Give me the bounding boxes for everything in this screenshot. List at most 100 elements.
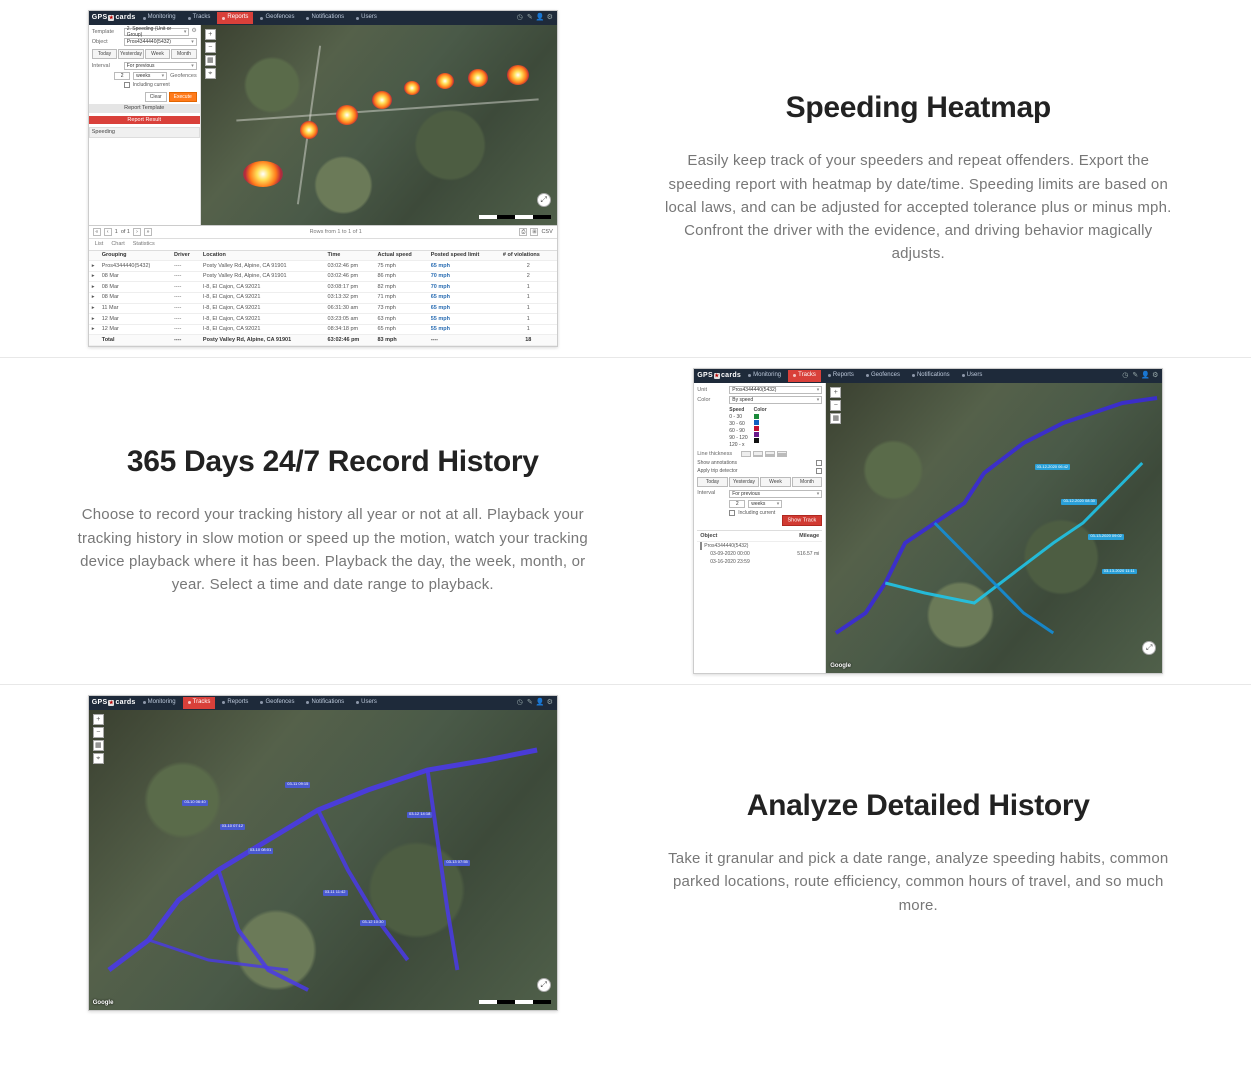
tab-tracks[interactable]: Tracks (183, 697, 216, 708)
range-today[interactable]: Today (697, 477, 728, 487)
interval-amount[interactable]: 2 (114, 72, 130, 80)
foot-viol: 18 (500, 335, 557, 346)
including-current-checkbox[interactable] (729, 510, 735, 516)
table-row[interactable]: ▸12 Mar----I-8, El Cajon, CA 9202103:23:… (89, 314, 557, 325)
tab-users[interactable]: Users (957, 370, 988, 381)
map-expand-icon[interactable]: ⤢ (537, 193, 551, 207)
template-select[interactable]: 2. Speeding (Unit or Group)▾ (124, 28, 190, 36)
tools-icon[interactable]: ✎ (526, 699, 534, 707)
range-yesterday[interactable]: Yesterday (118, 49, 144, 59)
tab-tracks[interactable]: Tracks (183, 12, 216, 23)
track-checkbox[interactable] (700, 542, 702, 550)
track-timestamp-label: 03-12-2020 08:30 (1061, 499, 1097, 505)
range-week[interactable]: Week (760, 477, 791, 487)
execute-button[interactable]: Execute (169, 92, 197, 102)
clock-icon[interactable]: ◷ (516, 699, 524, 707)
tab-geofences[interactable]: Geofences (861, 370, 905, 381)
tab-list[interactable]: List (95, 241, 104, 248)
clock-icon[interactable]: ◷ (516, 14, 524, 22)
tab-monitoring[interactable]: Monitoring (138, 12, 181, 23)
line-thickness-options[interactable] (741, 451, 787, 457)
apply-detector-checkbox[interactable] (816, 468, 822, 474)
export-csv[interactable]: CSV (541, 229, 552, 236)
table-row[interactable]: ▸08 Mar----Posty Valley Rd, Alpine, CA 9… (89, 271, 557, 282)
pager-prev-icon[interactable]: ‹ (104, 228, 112, 236)
tracks-map[interactable]: 03-12-2020 06:42 03-12-2020 08:30 03-13-… (826, 383, 1162, 673)
tools-icon[interactable]: ✎ (526, 14, 534, 22)
user-icon[interactable]: 👤 (1141, 372, 1149, 380)
interval-amount[interactable]: 2 (729, 500, 745, 508)
tab-monitoring[interactable]: Monitoring (743, 370, 786, 381)
table-row[interactable]: ▸12 Mar----I-8, El Cajon, CA 9202108:34:… (89, 324, 557, 335)
heatmap-map[interactable]: + − ▦ ⌖ ⤢ (201, 25, 557, 225)
locate-icon[interactable]: ⌖ (93, 753, 104, 764)
zoom-out-icon[interactable]: − (830, 400, 841, 411)
interval-select[interactable]: For previous▾ (124, 62, 197, 70)
pager-last-icon[interactable]: » (144, 228, 152, 236)
report-result-bar[interactable]: Report Result (89, 116, 200, 125)
track-timestamp-label: 03-13-2020 09:02 (1088, 534, 1124, 540)
layers-icon[interactable]: ▦ (93, 740, 104, 751)
export-pdf-icon[interactable]: ⎙ (519, 228, 527, 236)
user-icon[interactable]: 👤 (536, 699, 544, 707)
col-location: Location (200, 251, 325, 261)
range-month[interactable]: Month (792, 477, 823, 487)
list-item[interactable]: Pros4344440(5432) (697, 542, 822, 550)
brand-badge-icon: ★ (714, 373, 720, 379)
zoom-out-icon[interactable]: − (205, 42, 216, 53)
tab-users[interactable]: Users (351, 697, 382, 708)
settings-icon[interactable]: ⚙ (1151, 372, 1159, 380)
color-select[interactable]: By speed▾ (729, 396, 822, 404)
layers-icon[interactable]: ▦ (205, 55, 216, 66)
analyze-map[interactable]: 03-10 06:40 03-10 07:12 03-10 08:01 03-1… (89, 710, 557, 1010)
range-yesterday[interactable]: Yesterday (729, 477, 760, 487)
tools-icon[interactable]: ✎ (1131, 372, 1139, 380)
pager-first-icon[interactable]: « (93, 228, 101, 236)
zoom-in-icon[interactable]: + (93, 714, 104, 725)
interval-unit[interactable]: weeks▾ (748, 500, 782, 508)
settings-icon[interactable]: ⚙ (546, 699, 554, 707)
zoom-in-icon[interactable]: + (830, 387, 841, 398)
show-track-button[interactable]: Show Track (782, 515, 823, 526)
table-row[interactable]: ▸08 Mar----I-8, El Cajon, CA 9202103:13:… (89, 292, 557, 303)
table-row[interactable]: ▸08 Mar----I-8, El Cajon, CA 9202103:08:… (89, 282, 557, 293)
range-today[interactable]: Today (92, 49, 118, 59)
tab-notifications[interactable]: Notifications (301, 697, 349, 708)
tab-monitoring[interactable]: Monitoring (138, 697, 181, 708)
export-xls-icon[interactable]: ⊞ (530, 228, 538, 236)
map-expand-icon[interactable]: ⤢ (537, 978, 551, 992)
range-month[interactable]: Month (171, 49, 197, 59)
template-settings-icon[interactable]: ⚙ (191, 28, 196, 35)
pager-next-icon[interactable]: › (133, 228, 141, 236)
zoom-in-icon[interactable]: + (205, 29, 216, 40)
unit-select[interactable]: Pros4344440(5432)▾ (729, 386, 822, 394)
tab-stats[interactable]: Statistics (133, 241, 155, 248)
tab-tracks[interactable]: Tracks (788, 370, 821, 381)
tab-geofences[interactable]: Geofences (255, 697, 299, 708)
clear-button[interactable]: Clear (145, 92, 167, 102)
settings-icon[interactable]: ⚙ (546, 14, 554, 22)
table-row[interactable]: ▸11 Mar----I-8, El Cajon, CA 9202106:31:… (89, 303, 557, 314)
tab-geofences[interactable]: Geofences (255, 12, 299, 23)
layers-icon[interactable]: ▦ (830, 413, 841, 424)
tab-chart[interactable]: Chart (111, 241, 124, 248)
heat-blob (336, 105, 358, 125)
user-icon[interactable]: 👤 (536, 14, 544, 22)
including-current-checkbox[interactable] (124, 82, 130, 88)
locate-icon[interactable]: ⌖ (205, 68, 216, 79)
interval-unit[interactable]: weeks▾ (133, 72, 167, 80)
tab-notifications[interactable]: Notifications (301, 12, 349, 23)
object-select[interactable]: Pros4344440(5432)▾ (124, 38, 197, 46)
tab-reports[interactable]: Reports (217, 12, 253, 23)
report-template-bar[interactable]: Report Template (89, 104, 200, 113)
zoom-out-icon[interactable]: − (93, 727, 104, 738)
tab-notifications[interactable]: Notifications (907, 370, 955, 381)
show-annotations-checkbox[interactable] (816, 460, 822, 466)
table-row[interactable]: ▸Pros4344440(5432)----Posty Valley Rd, A… (89, 261, 557, 272)
range-week[interactable]: Week (145, 49, 171, 59)
interval-select[interactable]: For previous▾ (729, 490, 822, 498)
clock-icon[interactable]: ◷ (1121, 372, 1129, 380)
tab-users[interactable]: Users (351, 12, 382, 23)
tab-reports[interactable]: Reports (823, 370, 859, 381)
tab-reports[interactable]: Reports (217, 697, 253, 708)
